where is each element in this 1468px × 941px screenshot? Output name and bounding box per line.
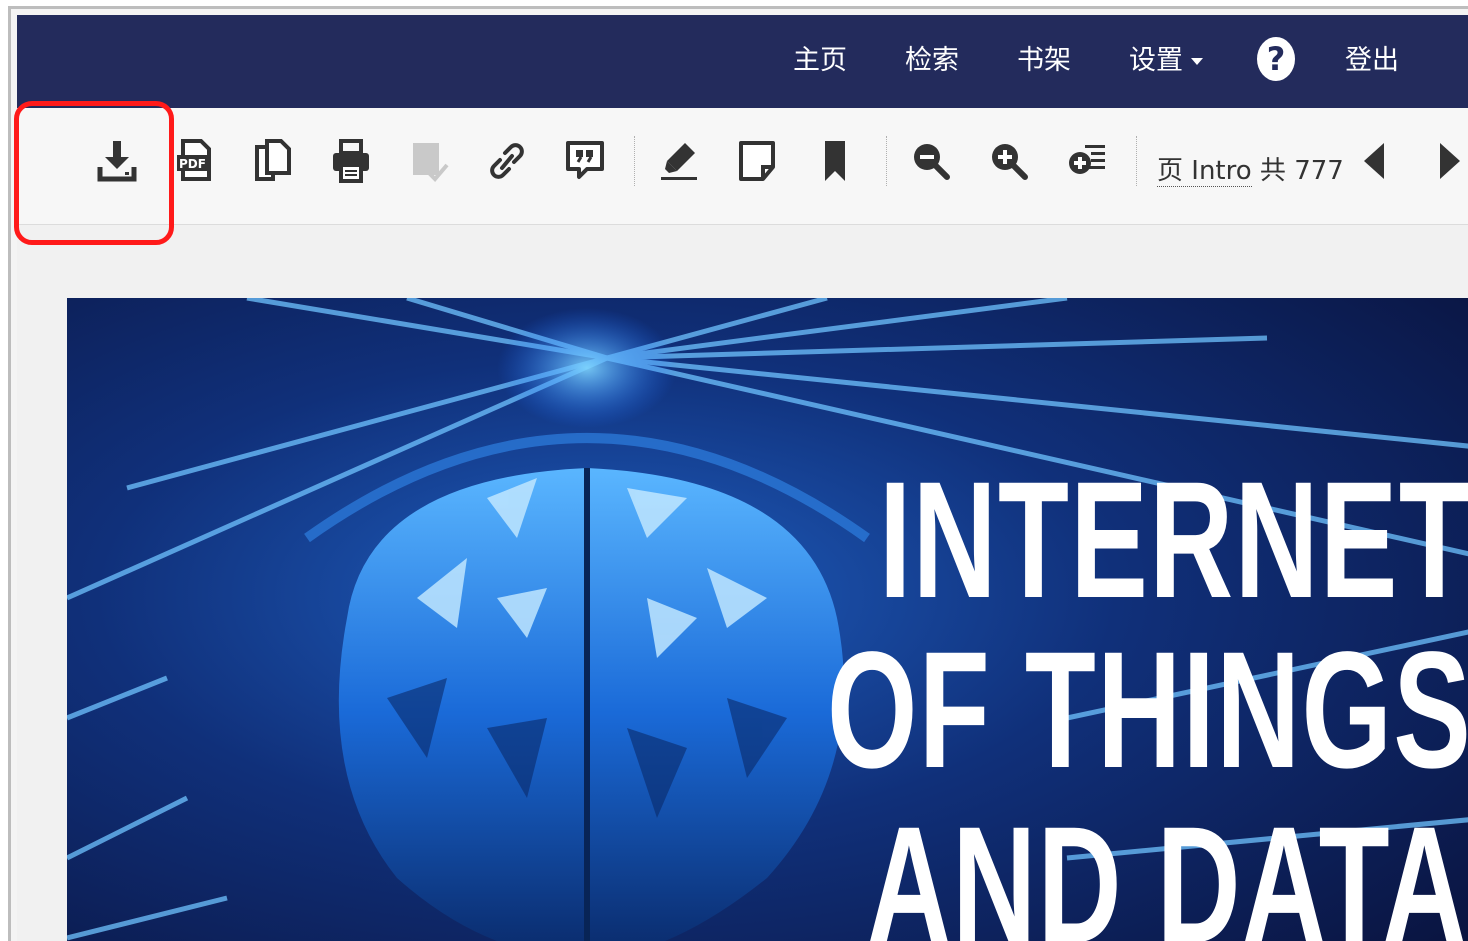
book-cover: INTERNET OF THINGS AND DATA xyxy=(67,298,1468,941)
zoom-in-button[interactable] xyxy=(985,136,1033,186)
nav-search[interactable]: 检索 xyxy=(905,41,959,81)
caret-left-icon xyxy=(1364,143,1384,179)
top-navigation-bar: 主页 检索 书架 设置 ? 登出 xyxy=(17,15,1468,108)
toolbar-separator xyxy=(634,136,635,186)
nav-logout[interactable]: 登出 xyxy=(1345,41,1399,81)
page-label: 页 Intro xyxy=(1157,156,1252,187)
fit-page-icon xyxy=(1069,145,1105,174)
highlight-button[interactable] xyxy=(655,136,703,186)
note-icon xyxy=(739,141,775,181)
document-viewer[interactable]: INTERNET OF THINGS AND DATA xyxy=(17,225,1468,941)
toolbar-separator xyxy=(1136,136,1137,186)
quote-button[interactable] xyxy=(561,136,609,186)
note-button[interactable] xyxy=(733,136,781,186)
bookmark-button[interactable] xyxy=(811,136,859,186)
document-check-button[interactable] xyxy=(405,136,453,186)
caret-right-icon xyxy=(1440,143,1460,179)
page-indicator[interactable]: 页 Intro 共 777 xyxy=(1157,150,1344,187)
link-button[interactable] xyxy=(483,136,531,186)
toolbar-separator xyxy=(886,136,887,186)
document-check-icon xyxy=(413,143,449,182)
previous-page-button[interactable] xyxy=(1351,136,1399,186)
quote-icon xyxy=(566,141,604,179)
highlighter-icon xyxy=(661,143,697,180)
link-icon xyxy=(490,143,524,179)
app-window: 主页 检索 书架 设置 ? 登出 PDF 页 Intro 共 777 INTER… xyxy=(8,6,1468,941)
copy-icon xyxy=(255,139,291,181)
print-icon xyxy=(333,139,369,183)
bookmark-icon xyxy=(825,141,845,181)
question-circle-icon[interactable]: ? xyxy=(1257,37,1295,81)
nav-settings[interactable]: 设置 xyxy=(1129,41,1203,81)
svg-text:PDF: PDF xyxy=(179,157,206,171)
nav-bookshelf[interactable]: 书架 xyxy=(1017,41,1071,81)
zoom-in-icon xyxy=(992,144,1028,180)
chevron-down-icon xyxy=(1191,58,1203,65)
cover-title-line-2: OF THINGS xyxy=(827,618,1468,803)
reader-toolbar: PDF 页 Intro 共 777 xyxy=(17,108,1468,225)
cover-title-line-3: AND DATA xyxy=(867,793,1468,941)
copy-button[interactable] xyxy=(249,136,297,186)
nav-settings-label: 设置 xyxy=(1129,45,1183,76)
page-total: 777 xyxy=(1294,156,1344,186)
pdf-button[interactable]: PDF xyxy=(171,136,219,186)
fit-page-button[interactable] xyxy=(1063,136,1111,186)
print-button[interactable] xyxy=(327,136,375,186)
pdf-icon: PDF xyxy=(177,139,211,181)
page-total-label: 共 xyxy=(1259,156,1286,186)
zoom-out-button[interactable] xyxy=(907,136,955,186)
cover-title-line-1: INTERNET xyxy=(879,448,1468,633)
annotation-highlight xyxy=(14,101,174,245)
nav-home[interactable]: 主页 xyxy=(793,41,847,81)
next-page-button[interactable] xyxy=(1425,136,1468,186)
zoom-out-icon xyxy=(914,144,950,180)
